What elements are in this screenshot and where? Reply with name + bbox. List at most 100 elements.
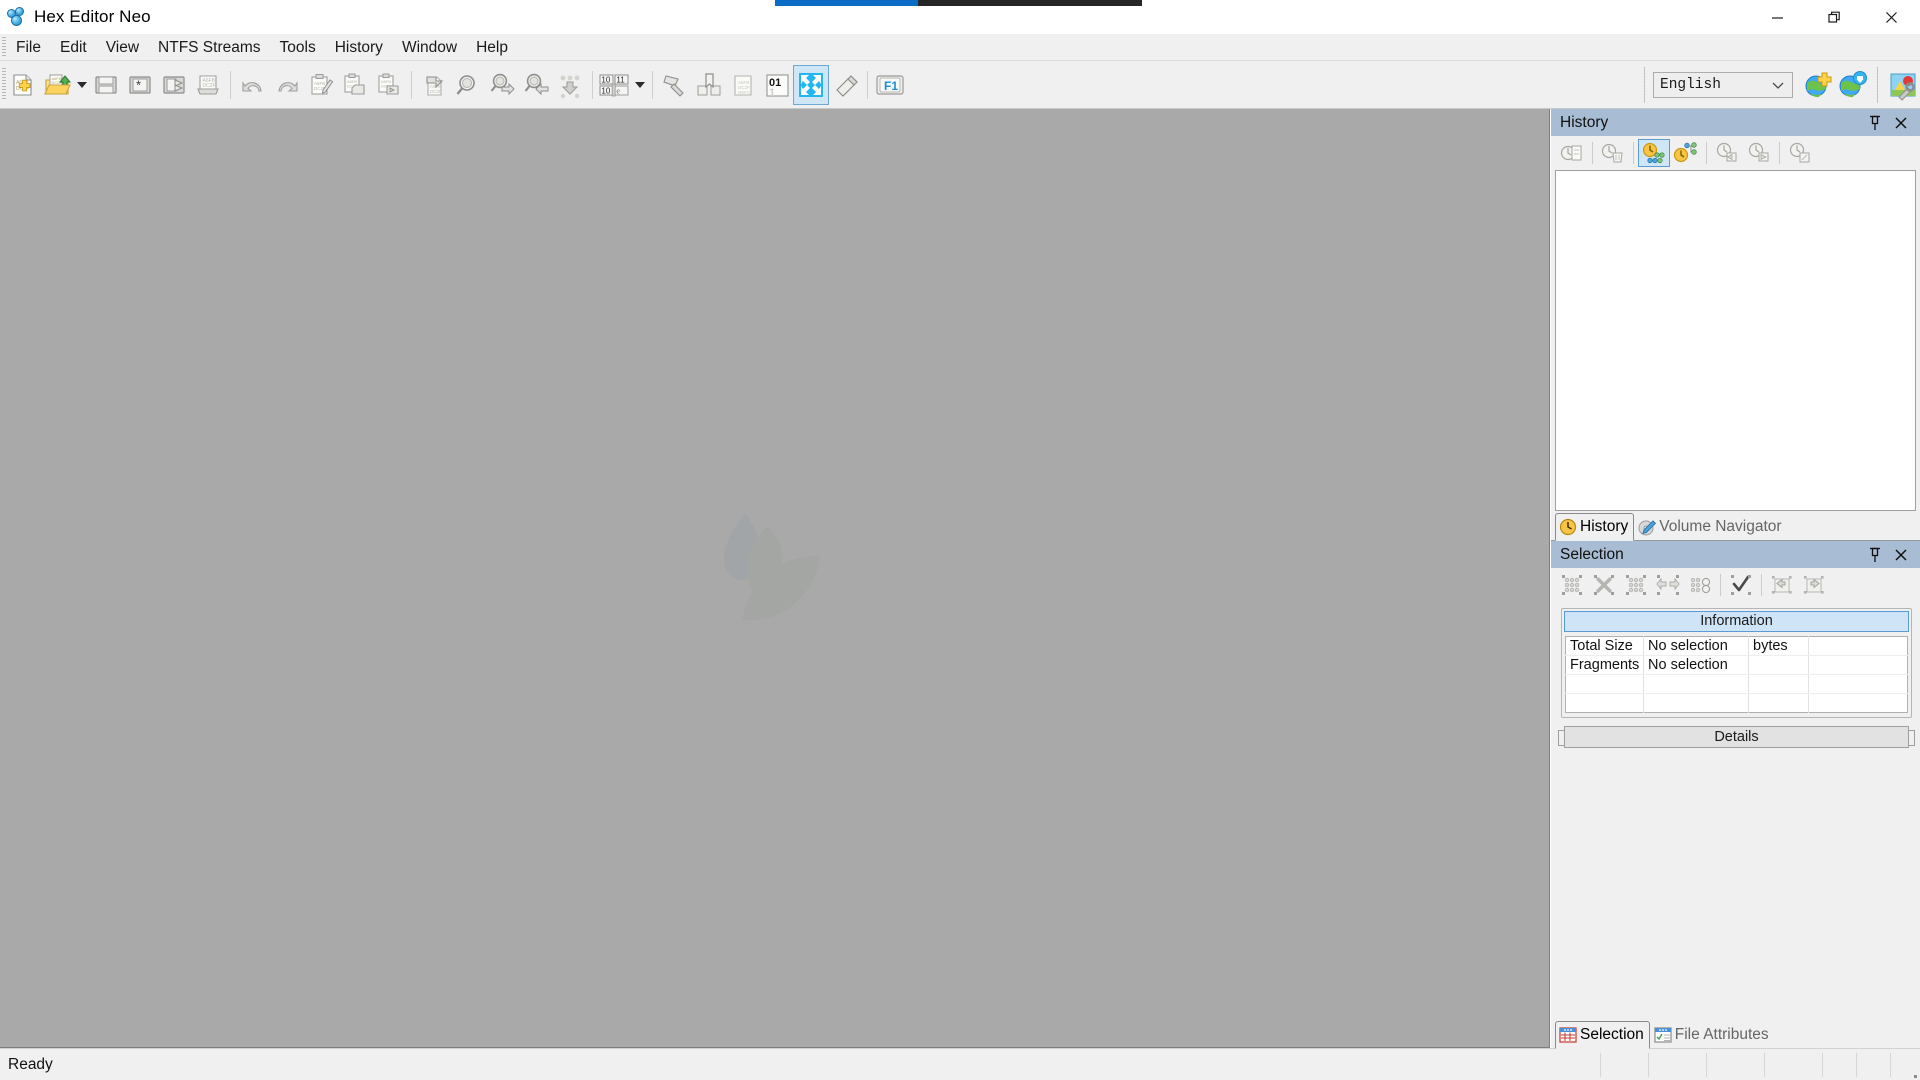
- history-redo-to-button[interactable]: [1743, 139, 1775, 167]
- menu-ntfs-streams[interactable]: NTFS Streams: [149, 36, 269, 59]
- save-as-button[interactable]: *: [123, 66, 157, 104]
- clock-icon: [1559, 518, 1577, 536]
- dock-tab-volume-navigator-label: Volume Navigator: [1659, 518, 1782, 535]
- export-button[interactable]: A6FB DC2F: [417, 66, 451, 104]
- disc-pencil-icon: [1638, 520, 1657, 536]
- details-section-header[interactable]: Details: [1558, 726, 1915, 748]
- menu-history[interactable]: History: [326, 36, 392, 59]
- fill-button[interactable]: [658, 66, 692, 104]
- history-dock-tabstrip: History Volume Navigator: [1551, 511, 1920, 541]
- image-settings-wrench-button[interactable]: [1886, 66, 1920, 104]
- selection-dock-tabstrip: Selection File Attributes: [1551, 1018, 1920, 1049]
- invert-selection-button[interactable]: [1620, 571, 1652, 599]
- dock-tab-selection-label: Selection: [1580, 1026, 1644, 1043]
- mdi-workspace[interactable]: [0, 109, 1550, 1048]
- toolbar-separator: [652, 70, 653, 99]
- apply-selection-button[interactable]: [1725, 571, 1757, 599]
- pattern-coloring-button[interactable]: A6FB DC2F HEFC: [726, 66, 760, 104]
- history-branch-view-button[interactable]: [1638, 139, 1670, 167]
- find-previous-button[interactable]: [519, 66, 553, 104]
- find-button[interactable]: [451, 66, 485, 104]
- toolbar-separator: [867, 70, 868, 99]
- toolbar-separator: [411, 70, 412, 99]
- save-button[interactable]: [89, 66, 123, 104]
- history-properties-button[interactable]: [1784, 139, 1816, 167]
- bookmark-button[interactable]: [692, 66, 726, 104]
- copy-button[interactable]: A6FB DC2F: [338, 66, 372, 104]
- dock-tab-file-attributes[interactable]: File Attributes: [1650, 1021, 1775, 1049]
- status-cell: [1706, 1052, 1764, 1077]
- history-list-area[interactable]: [1555, 170, 1916, 511]
- print-button[interactable]: A6FB DC2F: [191, 66, 225, 104]
- body-area: History History Volume Navigator Selecti…: [0, 109, 1920, 1049]
- goto-button[interactable]: [553, 66, 587, 104]
- svg-text:*: *: [136, 77, 141, 92]
- selection-previous-button[interactable]: [1766, 571, 1798, 599]
- selection-grid-button[interactable]: [1684, 571, 1716, 599]
- history-panel-title: History: [1560, 113, 1609, 131]
- table-row: Total Size No selection bytes: [1565, 636, 1908, 656]
- leaf-droplet-watermark: [690, 508, 860, 648]
- save-all-button[interactable]: [157, 66, 191, 104]
- dock-tab-volume-navigator[interactable]: Volume Navigator: [1634, 513, 1787, 541]
- download-language-button[interactable]: [1835, 66, 1869, 104]
- info-unit: [1748, 674, 1809, 694]
- menu-help[interactable]: Help: [467, 36, 517, 59]
- table-row: [1565, 693, 1908, 713]
- help-f1-button[interactable]: F1: [873, 66, 907, 104]
- status-bar: Ready: [0, 1048, 1920, 1080]
- chevron-down-icon: [634, 81, 645, 88]
- status-cell: [1856, 1052, 1890, 1077]
- menu-bar: File Edit View NTFS Streams Tools Histor…: [0, 34, 1920, 60]
- menu-tools[interactable]: Tools: [271, 36, 325, 59]
- history-close-button[interactable]: [1888, 111, 1914, 134]
- dock-tab-history[interactable]: History: [1555, 513, 1635, 541]
- selection-information-table: Total Size No selection bytes Fragments …: [1565, 636, 1908, 713]
- eraser-button[interactable]: [828, 66, 862, 104]
- info-unit: [1748, 693, 1809, 713]
- selection-next-button[interactable]: [1798, 571, 1830, 599]
- chevron-down-icon: [1772, 79, 1784, 95]
- dock-tab-selection[interactable]: Selection: [1555, 1021, 1650, 1049]
- move-selection-button[interactable]: [1652, 571, 1684, 599]
- undo-button[interactable]: [236, 66, 270, 104]
- binary-mode-button[interactable]: 01 1: [760, 66, 794, 104]
- find-next-button[interactable]: [485, 66, 519, 104]
- menu-window[interactable]: Window: [393, 36, 466, 59]
- add-language-button[interactable]: [1801, 66, 1835, 104]
- data-inspector-button[interactable]: 10 11 10 e: [598, 66, 632, 104]
- language-select[interactable]: English: [1653, 71, 1793, 98]
- cut-button[interactable]: A6FB DC2F: [304, 66, 338, 104]
- selection-panel: Selection Information Total Size No sele…: [1551, 541, 1920, 1049]
- info-extra: [1808, 655, 1908, 675]
- history-pin-button[interactable]: [1862, 111, 1888, 134]
- history-tree-view-button[interactable]: [1670, 139, 1702, 167]
- clear-selection-button[interactable]: [1588, 571, 1620, 599]
- history-undo-to-button[interactable]: [1711, 139, 1743, 167]
- menu-edit[interactable]: Edit: [51, 36, 96, 59]
- dock-tab-file-attributes-label: File Attributes: [1674, 1026, 1769, 1043]
- redo-button[interactable]: [270, 66, 304, 104]
- information-caption: Information: [1564, 611, 1909, 632]
- app-logo-icon: [7, 7, 27, 27]
- chevron-down-icon: [76, 81, 87, 88]
- paste-button[interactable]: A6FB DC2F: [372, 66, 406, 104]
- history-list-button[interactable]: [1556, 139, 1588, 167]
- menu-file[interactable]: File: [7, 36, 50, 59]
- data-inspector-dropdown[interactable]: [632, 66, 647, 104]
- history-panel-header: History: [1551, 109, 1920, 136]
- details-label: Details: [1714, 729, 1759, 745]
- open-file-dropdown[interactable]: [74, 66, 89, 104]
- info-extra: [1808, 674, 1908, 694]
- history-clear-button[interactable]: [1597, 139, 1629, 167]
- menu-view[interactable]: View: [97, 36, 148, 59]
- selection-pin-button[interactable]: [1862, 543, 1888, 566]
- open-file-button[interactable]: A6FB DC2F: [40, 66, 74, 104]
- info-extra: [1808, 636, 1908, 656]
- new-file-button[interactable]: A6FB DC2F: [6, 66, 40, 104]
- resize-grip[interactable]: [1906, 1066, 1918, 1078]
- svg-text:e: e: [616, 86, 620, 95]
- select-all-button[interactable]: [1556, 571, 1588, 599]
- selection-close-button[interactable]: [1888, 543, 1914, 566]
- fit-to-window-button[interactable]: [793, 64, 829, 105]
